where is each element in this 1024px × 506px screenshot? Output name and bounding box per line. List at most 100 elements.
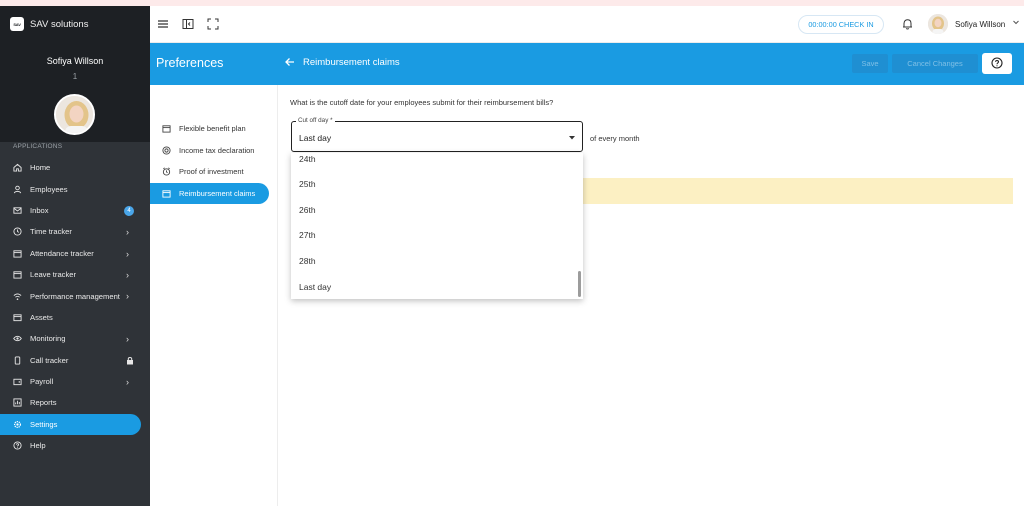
cutoff-day-select[interactable]: [291, 121, 583, 152]
clock-icon: [13, 227, 22, 236]
sidebar-item-label: Help: [30, 441, 46, 451]
sidebar-item-label: Leave tracker: [30, 270, 77, 280]
check-in-button[interactable]: 00:00:00 CHECK IN: [798, 15, 884, 34]
top-bar: 00:00:00 CHECK IN Sofiya Willson: [150, 6, 1024, 43]
mail-icon: [13, 206, 22, 215]
sidebar-item-home[interactable]: Home: [0, 157, 150, 178]
sidebar-item-label: Call tracker: [30, 355, 69, 365]
page-title: Reimbursement claims: [303, 57, 400, 68]
pref-item-label: Income tax declaration: [179, 146, 255, 155]
sidebar-item-settings[interactable]: Settings: [0, 413, 141, 436]
calendar-icon: [13, 249, 22, 258]
cutoff-day-value: Last day: [299, 133, 332, 143]
sidebar-avatar[interactable]: [54, 94, 95, 135]
eye-icon: [13, 334, 22, 343]
save-button[interactable]: Save: [852, 54, 888, 73]
section-title: Preferences: [156, 56, 224, 70]
user-name[interactable]: Sofiya Willson: [955, 20, 1005, 29]
sidebar-nav: Home Employees Inbox 4 Time tracker › At…: [0, 157, 150, 456]
sidebar-item-label: Performance management: [30, 291, 120, 301]
sidebar-item-assets[interactable]: Assets: [0, 307, 150, 328]
preferences-menu: Flexible benefit plan Income tax declara…: [150, 85, 278, 506]
sidebar-header: SAV SAV solutions Sofiya Willson 1: [0, 6, 150, 142]
dropdown-caret-icon[interactable]: [568, 134, 576, 143]
pref-item-flexible-benefit-plan[interactable]: Flexible benefit plan: [150, 118, 269, 139]
hamburger-menu-icon[interactable]: [157, 18, 169, 30]
cutoff-day-dropdown[interactable]: 24th 25th 26th 27th 28th Last day: [291, 153, 583, 299]
pref-item-income-tax-declaration[interactable]: Income tax declaration: [150, 140, 269, 161]
phone-icon: [13, 356, 22, 365]
back-arrow-icon[interactable]: [284, 56, 296, 70]
sidebar-item-call-tracker[interactable]: Call tracker: [0, 350, 150, 371]
lock-icon: [126, 356, 134, 367]
notification-bell-icon[interactable]: [902, 18, 913, 32]
sidebar-item-attendance-tracker[interactable]: Attendance tracker ›: [0, 243, 150, 264]
fullscreen-icon[interactable]: [207, 18, 219, 30]
dropdown-option[interactable]: 26th: [299, 205, 316, 215]
calendar-icon: [162, 189, 171, 198]
sidebar-item-inbox[interactable]: Inbox 4: [0, 200, 150, 221]
sidebar-item-time-tracker[interactable]: Time tracker ›: [0, 221, 150, 242]
sidebar-item-label: Payroll: [30, 377, 54, 387]
dropdown-scrollbar[interactable]: [578, 271, 581, 297]
sidebar-item-employees[interactable]: Employees: [0, 178, 150, 199]
chevron-right-icon: ›: [126, 227, 129, 238]
user-avatar[interactable]: [928, 14, 948, 34]
sidebar-item-reports[interactable]: Reports: [0, 392, 150, 413]
sidebar-section-title: APPLICATIONS: [13, 143, 63, 150]
sidebar-item-help[interactable]: Help: [0, 435, 150, 456]
chevron-down-icon[interactable]: [1012, 18, 1020, 28]
pref-item-label: Reimbursement claims: [179, 189, 256, 198]
calendar-icon: [162, 124, 171, 133]
dropdown-option[interactable]: 25th: [299, 179, 316, 189]
home-icon: [13, 163, 22, 172]
cutoff-question: What is the cutoff date for your employe…: [290, 98, 554, 107]
notice-banner: [583, 178, 1013, 204]
sidebar-user-name: Sofiya Willson: [46, 56, 104, 66]
dropdown-option[interactable]: 27th: [299, 230, 316, 240]
chevron-right-icon: ›: [126, 334, 129, 345]
help-icon: [991, 56, 1003, 71]
help-icon: [13, 441, 22, 450]
pref-item-proof-of-investment[interactable]: Proof of investment: [150, 161, 269, 182]
alarm-clock-icon: [162, 167, 171, 176]
brand-logo: SAV: [10, 17, 24, 31]
page-header: Preferences Reimbursement claims Save Ca…: [150, 43, 1024, 85]
sidebar-item-label: Employees: [30, 184, 68, 194]
sidebar-toggle-icon[interactable]: [182, 18, 194, 30]
sidebar-item-label: Home: [30, 163, 51, 173]
sidebar-item-label: Settings: [30, 419, 58, 429]
brand[interactable]: SAV SAV solutions: [10, 17, 88, 31]
sidebar-user-id: 1: [72, 72, 78, 81]
sidebar-item-monitoring[interactable]: Monitoring ›: [0, 328, 150, 349]
dropdown-option[interactable]: 28th: [299, 256, 316, 266]
gear-icon: [13, 420, 22, 429]
box-icon: [13, 313, 22, 322]
sidebar-item-label: Assets: [30, 312, 53, 322]
calendar-icon: [13, 270, 22, 279]
sidebar-item-payroll[interactable]: Payroll ›: [0, 371, 150, 392]
dropdown-option[interactable]: Last day: [299, 282, 331, 292]
pref-item-label: Proof of investment: [179, 167, 244, 176]
sidebar-item-performance-management[interactable]: Performance management ›: [0, 285, 150, 306]
chevron-right-icon: ›: [126, 291, 129, 302]
brand-name: SAV solutions: [30, 18, 89, 30]
help-button[interactable]: [982, 53, 1012, 74]
wallet-icon: [13, 377, 22, 386]
pref-item-label: Flexible benefit plan: [179, 124, 246, 133]
dropdown-option[interactable]: 24th: [299, 154, 316, 164]
cancel-changes-button[interactable]: Cancel Changes: [892, 54, 978, 73]
sidebar-item-leave-tracker[interactable]: Leave tracker ›: [0, 264, 150, 285]
cutoff-day-label: Cut off day *: [296, 117, 335, 124]
sidebar-item-label: Time tracker: [30, 227, 72, 237]
coin-icon: [162, 146, 171, 155]
chevron-right-icon: ›: [126, 248, 129, 259]
pref-item-reimbursement-claims[interactable]: Reimbursement claims: [150, 183, 269, 204]
chevron-right-icon: ›: [126, 269, 129, 280]
sidebar-item-label: Inbox: [30, 205, 49, 215]
wifi-icon: [13, 292, 22, 301]
users-icon: [13, 185, 22, 194]
chart-icon: [13, 398, 22, 408]
cutoff-suffix: of every month: [590, 134, 640, 143]
sidebar-item-label: Attendance tracker: [30, 248, 94, 258]
